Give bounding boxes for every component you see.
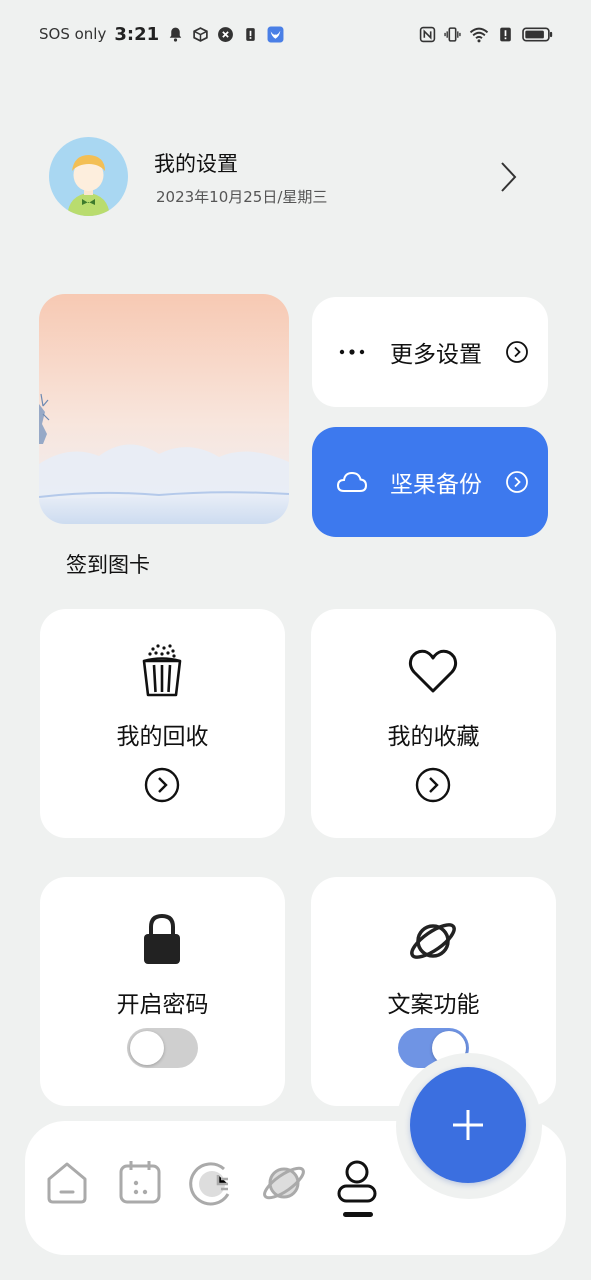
favorites-card[interactable]: 我的收藏 xyxy=(311,609,556,838)
active-tab-indicator xyxy=(343,1212,373,1217)
sim-alert-icon xyxy=(246,27,255,41)
arrow-circle-icon[interactable] xyxy=(415,767,451,803)
nfc-icon xyxy=(419,26,436,42)
signin-label: 签到图卡 xyxy=(66,553,150,577)
clock-time: 3:21 xyxy=(114,23,160,45)
shield-icon xyxy=(218,26,234,42)
popcorn-bin-icon xyxy=(142,644,182,697)
password-card[interactable]: 开启密码 xyxy=(40,877,285,1106)
favorites-label: 我的收藏 xyxy=(387,724,480,750)
lock-icon xyxy=(144,913,180,964)
cloud-icon xyxy=(336,471,368,492)
add-button[interactable] xyxy=(410,1067,526,1183)
password-label: 开启密码 xyxy=(116,992,209,1018)
heart-icon xyxy=(408,649,458,693)
password-toggle[interactable] xyxy=(127,1028,198,1068)
wifi-icon xyxy=(469,27,489,42)
profile-title: 我的设置 xyxy=(154,152,238,176)
arrow-circle-icon xyxy=(506,341,528,363)
more-settings-button[interactable]: 更多设置 xyxy=(312,297,548,407)
arrow-circle-icon[interactable] xyxy=(144,767,180,803)
recycle-label: 我的回收 xyxy=(116,724,209,750)
status-bar: SOS only 3:21 xyxy=(0,0,591,66)
home-icon[interactable] xyxy=(43,1158,91,1208)
bird-app-icon xyxy=(267,26,284,42)
box-icon xyxy=(193,26,208,42)
profile-date: 2023年10月25日/星期三 xyxy=(156,188,328,206)
planet-icon[interactable] xyxy=(260,1158,308,1208)
avatar[interactable] xyxy=(49,137,128,216)
planet-icon xyxy=(410,923,456,959)
signin-card-image[interactable] xyxy=(39,294,289,524)
copywriting-label: 文案功能 xyxy=(387,992,480,1018)
calendar-icon[interactable] xyxy=(116,1158,164,1208)
arrow-circle-icon xyxy=(506,471,528,493)
vibrate-icon xyxy=(444,26,461,42)
profile-icon[interactable] xyxy=(333,1158,381,1208)
carrier-status: SOS only xyxy=(39,25,107,43)
more-dots-icon xyxy=(339,349,365,355)
battery-icon xyxy=(522,26,553,42)
sim-alert-icon-2 xyxy=(500,27,511,41)
clock-icon[interactable] xyxy=(188,1158,236,1208)
toggle-knob xyxy=(130,1031,164,1065)
bell-icon xyxy=(169,27,182,42)
plus-icon xyxy=(453,1110,483,1140)
more-settings-label: 更多设置 xyxy=(390,342,482,368)
recycle-card[interactable]: 我的回收 xyxy=(40,609,285,838)
backup-label: 坚果备份 xyxy=(390,472,482,498)
backup-button[interactable]: 坚果备份 xyxy=(312,427,548,537)
chevron-right-icon[interactable] xyxy=(496,160,520,194)
